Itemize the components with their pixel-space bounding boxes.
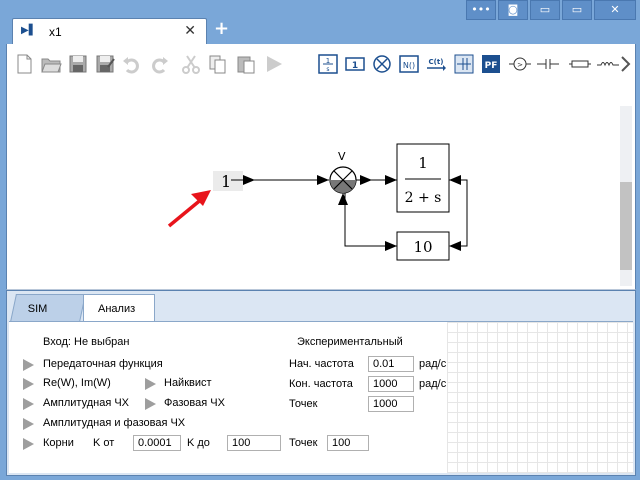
amplitude-button[interactable]: Амплитудная ЧХ xyxy=(43,397,129,409)
svg-text:C(t): C(t) xyxy=(429,58,444,66)
play-icon[interactable] xyxy=(23,438,34,450)
screenshot-button[interactable]: ◙ xyxy=(498,0,528,20)
undo-icon[interactable] xyxy=(121,53,143,75)
more-icon[interactable] xyxy=(619,53,633,75)
maximize-button[interactable]: ▭ xyxy=(562,0,592,20)
cut-icon[interactable] xyxy=(180,53,202,75)
svg-text:1: 1 xyxy=(352,61,358,71)
sum-block-icon[interactable] xyxy=(371,53,393,75)
k-from-label: K от xyxy=(93,437,115,449)
svg-text:N(): N() xyxy=(403,61,415,70)
new-file-icon[interactable] xyxy=(13,53,35,75)
play-icon[interactable] xyxy=(23,418,34,430)
points-label: Точек xyxy=(289,398,318,410)
roots-points-label: Точек xyxy=(289,437,318,449)
redo-icon[interactable] xyxy=(148,53,170,75)
copy-icon[interactable] xyxy=(207,53,229,75)
end-freq-unit: рад/с xyxy=(419,378,447,390)
k-to-label: K до xyxy=(187,437,210,449)
pf-block-icon[interactable]: PF xyxy=(480,53,502,75)
sum-junction[interactable] xyxy=(329,166,357,194)
signal-source-icon[interactable]: C(t) xyxy=(425,53,447,75)
title-bar: ▶▌ x1 ✕ + ••• ◙ ▭ ▭ ✕ xyxy=(0,0,640,44)
paste-icon[interactable] xyxy=(235,53,257,75)
new-tab-button[interactable]: + xyxy=(214,18,229,39)
k-to-input[interactable] xyxy=(227,435,281,451)
run-icon[interactable] xyxy=(263,53,285,75)
window-controls: ••• ◙ ▭ ▭ ✕ xyxy=(464,0,636,20)
experimental-label: Экспериментальный xyxy=(297,336,403,348)
save-as-icon[interactable] xyxy=(94,53,116,75)
nonlinear-block-icon[interactable]: N() xyxy=(398,53,420,75)
roots-button[interactable]: Корни xyxy=(43,437,74,449)
menu-button[interactable]: ••• xyxy=(466,0,496,20)
tf-denominator: 2 + s xyxy=(405,190,442,206)
scrollbar-thumb[interactable] xyxy=(620,182,632,270)
start-freq-input[interactable] xyxy=(368,356,414,372)
nyquist-button[interactable]: Найквист xyxy=(164,377,212,389)
resistor-icon[interactable] xyxy=(569,53,591,75)
input-label: Вход: Не выбран xyxy=(43,336,130,348)
end-freq-label: Кон. частота xyxy=(289,378,353,390)
start-freq-label: Нач. частота xyxy=(289,358,354,370)
start-freq-unit: рад/с xyxy=(419,358,447,370)
amplitude-phase-button[interactable]: Амплитудная и фазовая ЧХ xyxy=(43,417,185,429)
input-value: 1 xyxy=(221,172,231,191)
red-arrow-icon xyxy=(167,190,211,228)
phase-button[interactable]: Фазовая ЧХ xyxy=(164,397,225,409)
tab-title: x1 xyxy=(49,25,62,39)
end-freq-input[interactable] xyxy=(368,376,414,392)
points-input[interactable] xyxy=(368,396,414,412)
transfer-function-block-icon[interactable]: 1s xyxy=(317,53,339,75)
close-tab-icon[interactable]: ✕ xyxy=(184,23,196,39)
tab-sim[interactable]: SIM xyxy=(10,294,86,322)
close-window-button[interactable]: ✕ xyxy=(594,0,636,20)
plot-grid[interactable] xyxy=(447,321,633,473)
bottom-panel: SIM Анализ Вход: Не выбран Экспериментал… xyxy=(6,290,636,476)
document-tab[interactable]: ▶▌ x1 ✕ xyxy=(12,18,207,44)
block-diagram: 1 V 1 2 + s 10 xyxy=(167,143,468,261)
play-icon[interactable] xyxy=(23,378,34,390)
svg-text:PF: PF xyxy=(485,61,498,71)
save-icon[interactable] xyxy=(67,53,89,75)
diagram-canvas[interactable]: 1 V 1 2 + s 10 xyxy=(6,86,636,290)
k-from-input[interactable] xyxy=(133,435,181,451)
roots-points-input[interactable] xyxy=(327,435,369,451)
sum-label: V xyxy=(338,150,346,163)
sampler-icon[interactable] xyxy=(453,53,475,75)
svg-text:>: > xyxy=(517,61,523,69)
analysis-panel: Вход: Не выбран Экспериментальный Переда… xyxy=(9,321,447,473)
play-icon[interactable] xyxy=(23,398,34,410)
gain-block-icon[interactable]: 1 xyxy=(344,53,366,75)
transfer-function-button[interactable]: Передаточная функция xyxy=(43,358,163,370)
play-icon[interactable] xyxy=(145,398,156,410)
model-icon: ▶▌ xyxy=(21,25,37,36)
capacitor-icon[interactable] xyxy=(537,53,559,75)
re-im-button[interactable]: Re(W), Im(W) xyxy=(43,377,111,389)
toolbar: 1s 1 N() C(t) PF > xyxy=(6,44,636,86)
tf-numerator: 1 xyxy=(418,154,428,172)
comparator-icon[interactable]: > xyxy=(509,53,531,75)
minimize-button[interactable]: ▭ xyxy=(530,0,560,20)
play-icon[interactable] xyxy=(23,359,34,371)
tab-analysis[interactable]: Анализ xyxy=(83,294,155,322)
svg-text:s: s xyxy=(326,66,329,73)
open-folder-icon[interactable] xyxy=(40,53,62,75)
play-icon[interactable] xyxy=(145,378,156,390)
inductor-icon[interactable] xyxy=(597,53,619,75)
feedback-gain: 10 xyxy=(413,238,432,256)
